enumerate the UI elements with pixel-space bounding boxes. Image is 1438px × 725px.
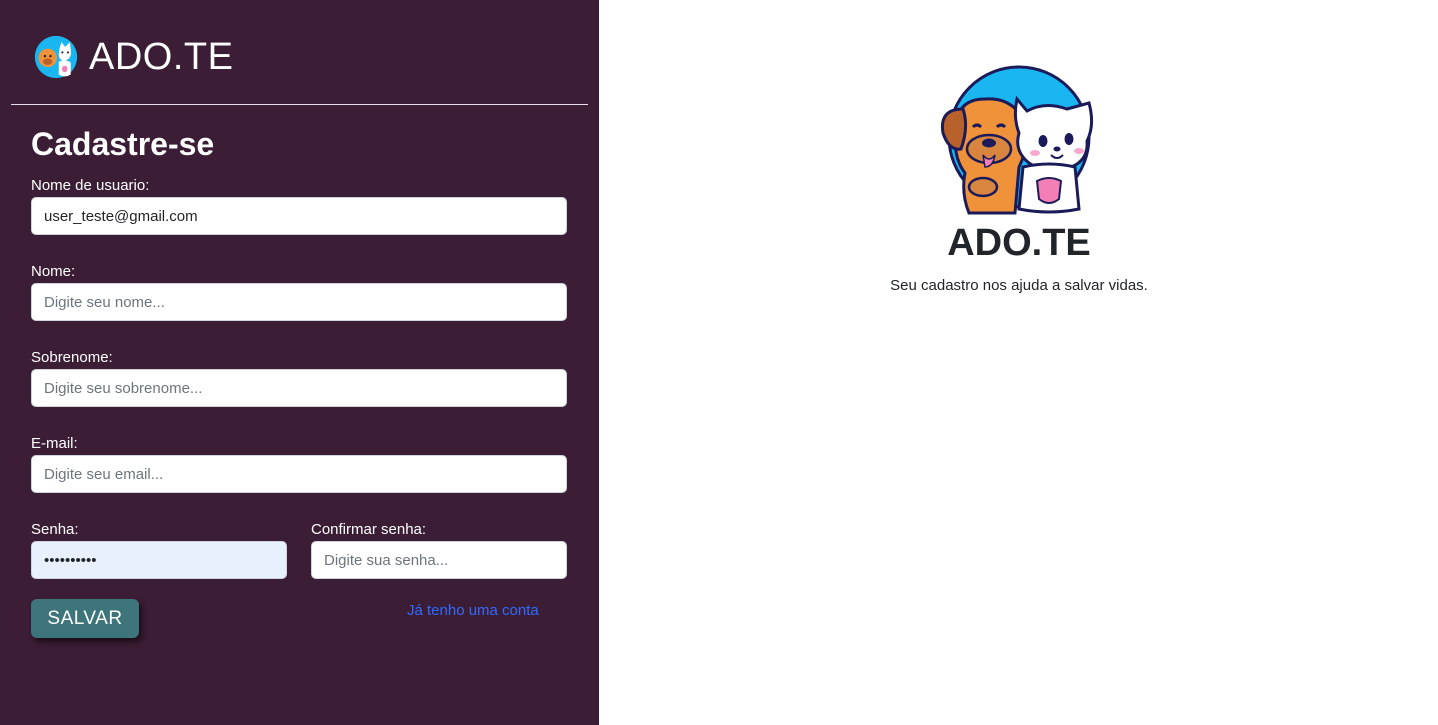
signup-panel: ADO.TE Cadastre-se Nome de usuario: Nome… [0, 0, 599, 725]
username-input[interactable] [31, 197, 567, 235]
form-title: Cadastre-se [31, 126, 215, 162]
hero-title: ADO.TE [947, 222, 1091, 264]
header-divider [11, 104, 588, 105]
save-button[interactable]: SALVAR [31, 599, 139, 638]
last-name-label: Sobrenome: [31, 349, 113, 366]
first-name-input[interactable] [31, 283, 567, 321]
brand-title: ADO.TE [89, 35, 234, 78]
login-link[interactable]: Já tenho uma conta [407, 602, 539, 619]
password-input[interactable] [31, 541, 287, 579]
email-label: E-mail: [31, 435, 78, 452]
username-label: Nome de usuario: [31, 177, 150, 194]
dog-cat-logo-icon [940, 65, 1094, 215]
password-label: Senha: [31, 521, 79, 538]
email-input[interactable] [31, 455, 567, 493]
dog-cat-logo-icon [34, 35, 78, 79]
hero-subtitle: Seu cadastro nos ajuda a salvar vidas. [890, 277, 1148, 294]
first-name-label: Nome: [31, 263, 76, 280]
last-name-input[interactable] [31, 369, 567, 407]
brand-header[interactable]: ADO.TE [33, 30, 233, 84]
confirm-password-input[interactable] [311, 541, 567, 579]
confirm-password-label: Confirmar senha: [311, 521, 427, 538]
